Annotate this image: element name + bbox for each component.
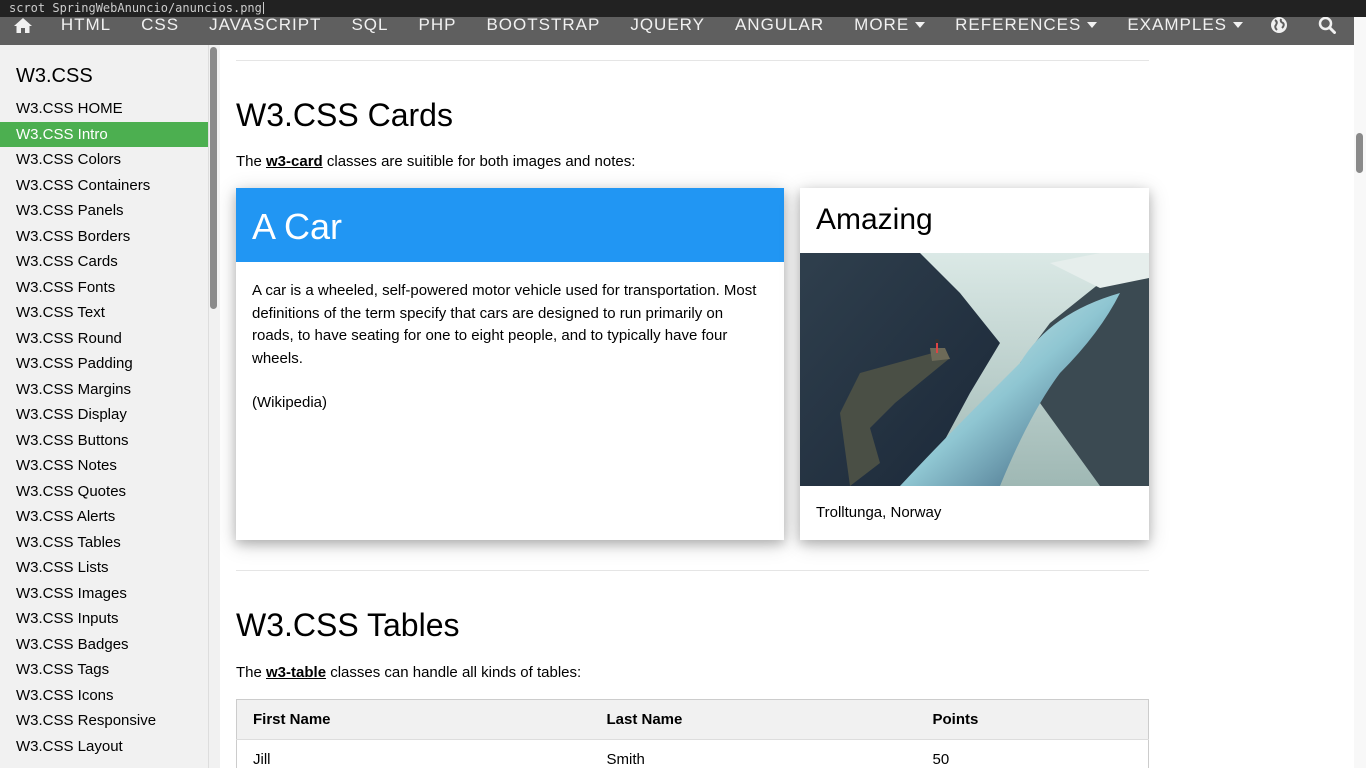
car-card-text: A car is a wheeled, self-powered motor v… xyxy=(252,282,757,367)
sidebar-item-badges[interactable]: W3.CSS Badges xyxy=(0,632,208,658)
nav-examples-label: EXAMPLES xyxy=(1127,15,1227,34)
sidebar-item-images[interactable]: W3.CSS Images xyxy=(0,581,208,607)
sidebar: W3.CSS W3.CSS HOME W3.CSS Intro W3.CSS Col… xyxy=(0,45,208,768)
caret-down-icon xyxy=(1233,22,1243,28)
caret-down-icon xyxy=(915,22,926,28)
cards-intro-after: classes are suitible for both images and… xyxy=(322,153,636,170)
globe-icon[interactable] xyxy=(1258,16,1300,34)
sidebar-title: W3.CSS xyxy=(16,65,93,87)
sidebar-item-tags[interactable]: W3.CSS Tags xyxy=(0,657,208,683)
w3-table-link[interactable]: w3-table xyxy=(266,664,326,681)
text-cursor xyxy=(262,2,264,14)
sidebar-item-round[interactable]: W3.CSS Round xyxy=(0,326,208,352)
car-card-body: A car is a wheeled, self-powered motor v… xyxy=(236,262,784,433)
sidebar-item-borders[interactable]: W3.CSS Borders xyxy=(0,224,208,250)
sidebar-item-alerts[interactable]: W3.CSS Alerts xyxy=(0,504,208,530)
nav-bootstrap[interactable]: BOOTSTRAP xyxy=(471,15,615,34)
car-card-header: A Car xyxy=(236,188,784,262)
sidebar-item-intro[interactable]: W3.CSS Intro xyxy=(0,121,208,147)
table-cell-last-name: Smith xyxy=(606,751,645,768)
page-scrollbar-thumb[interactable] xyxy=(1356,133,1363,173)
sidebar-item-tables[interactable]: W3.CSS Tables xyxy=(0,530,208,556)
car-card: A Car A car is a wheeled, self-powered m… xyxy=(236,188,784,540)
cards-intro-before: The xyxy=(236,153,267,170)
nav-jquery[interactable]: JQUERY xyxy=(615,15,720,34)
nav-javascript[interactable]: JAVASCRIPT xyxy=(194,15,336,34)
nav-more-dropdown[interactable]: MORE xyxy=(839,15,940,34)
sidebar-item-buttons[interactable]: W3.CSS Buttons xyxy=(0,428,208,454)
nav-more-label: MORE xyxy=(854,15,910,34)
table-cell-points: 50 xyxy=(932,751,950,768)
sidebar-item-home[interactable]: W3.CSS HOME xyxy=(0,96,208,122)
divider xyxy=(236,60,1149,61)
sidebar-item-lists[interactable]: W3.CSS Lists xyxy=(0,555,208,581)
sidebar-item-containers[interactable]: W3.CSS Containers xyxy=(0,173,208,199)
tables-intro-before: The xyxy=(236,664,267,681)
search-icon[interactable] xyxy=(1300,16,1354,34)
sidebar-item-quotes[interactable]: W3.CSS Quotes xyxy=(0,479,208,505)
landscape-photo xyxy=(800,253,1149,486)
sidebar-item-text[interactable]: W3.CSS Text xyxy=(0,300,208,326)
page-scrollbar[interactable] xyxy=(1354,0,1366,768)
home-icon[interactable] xyxy=(0,16,46,34)
terminal-command: scrot SpringWebAnuncio/anuncios.png xyxy=(9,1,262,15)
nav-html[interactable]: HTML xyxy=(46,15,126,34)
sidebar-item-icons[interactable]: W3.CSS Icons xyxy=(0,683,208,709)
image-card-title: Amazing xyxy=(816,203,933,236)
nav-css[interactable]: CSS xyxy=(126,15,194,34)
tables-intro: The w3-table classes can handle all kind… xyxy=(236,664,581,681)
sidebar-item-panels[interactable]: W3.CSS Panels xyxy=(0,198,208,224)
table-header-first-name: First Name xyxy=(253,711,331,728)
example-table: First Name Last Name Points Jill Smith 5… xyxy=(236,699,1149,768)
image-card: Amazing Trolltunga, Norway xyxy=(800,188,1149,540)
sidebar-item-display[interactable]: W3.CSS Display xyxy=(0,402,208,428)
sidebar-item-responsive[interactable]: W3.CSS Responsive xyxy=(0,708,208,734)
sidebar-item-notes[interactable]: W3.CSS Notes xyxy=(0,453,208,479)
image-card-caption: Trolltunga, Norway xyxy=(816,504,942,521)
sidebar-item-padding[interactable]: W3.CSS Padding xyxy=(0,351,208,377)
sidebar-scrollbar-thumb[interactable] xyxy=(210,47,217,309)
main-content: W3.CSS Cards The w3-card classes are sui… xyxy=(220,45,1354,768)
caret-down-icon xyxy=(1087,22,1098,28)
sidebar-list: W3.CSS HOME W3.CSS Intro W3.CSS Colors W3.C… xyxy=(0,96,208,759)
nav-references-dropdown[interactable]: REFERENCES xyxy=(940,15,1112,34)
table-row: Jill Smith 50 xyxy=(236,739,1149,768)
cards-intro: The w3-card classes are suitible for bot… xyxy=(236,153,635,170)
sidebar-item-layout[interactable]: W3.CSS Layout xyxy=(0,734,208,760)
tables-intro-after: classes can handle all kinds of tables: xyxy=(326,664,582,681)
table-header-row: First Name Last Name Points xyxy=(236,699,1149,740)
nav-examples-dropdown[interactable]: EXAMPLES xyxy=(1112,15,1258,34)
sidebar-item-colors[interactable]: W3.CSS Colors xyxy=(0,147,208,173)
divider xyxy=(236,570,1149,571)
sidebar-item-fonts[interactable]: W3.CSS Fonts xyxy=(0,275,208,301)
car-card-source: (Wikipedia) xyxy=(252,394,328,411)
sidebar-item-inputs[interactable]: W3.CSS Inputs xyxy=(0,606,208,632)
nav-sql[interactable]: SQL xyxy=(336,15,403,34)
nav-references-label: REFERENCES xyxy=(955,15,1082,34)
table-header-last-name: Last Name xyxy=(606,711,683,728)
terminal-command-line: scrot SpringWebAnuncio/anuncios.png xyxy=(0,0,1366,17)
tables-section-title: W3.CSS Tables xyxy=(236,607,460,643)
table-header-points: Points xyxy=(932,711,979,728)
sidebar-item-cards[interactable]: W3.CSS Cards xyxy=(0,249,208,275)
nav-php[interactable]: PHP xyxy=(403,15,471,34)
table-cell-first-name: Jill xyxy=(253,751,271,768)
sidebar-item-margins[interactable]: W3.CSS Margins xyxy=(0,377,208,403)
w3-card-link[interactable]: w3-card xyxy=(266,153,323,170)
nav-angular[interactable]: ANGULAR xyxy=(720,15,839,34)
cards-section-title: W3.CSS Cards xyxy=(236,97,453,133)
